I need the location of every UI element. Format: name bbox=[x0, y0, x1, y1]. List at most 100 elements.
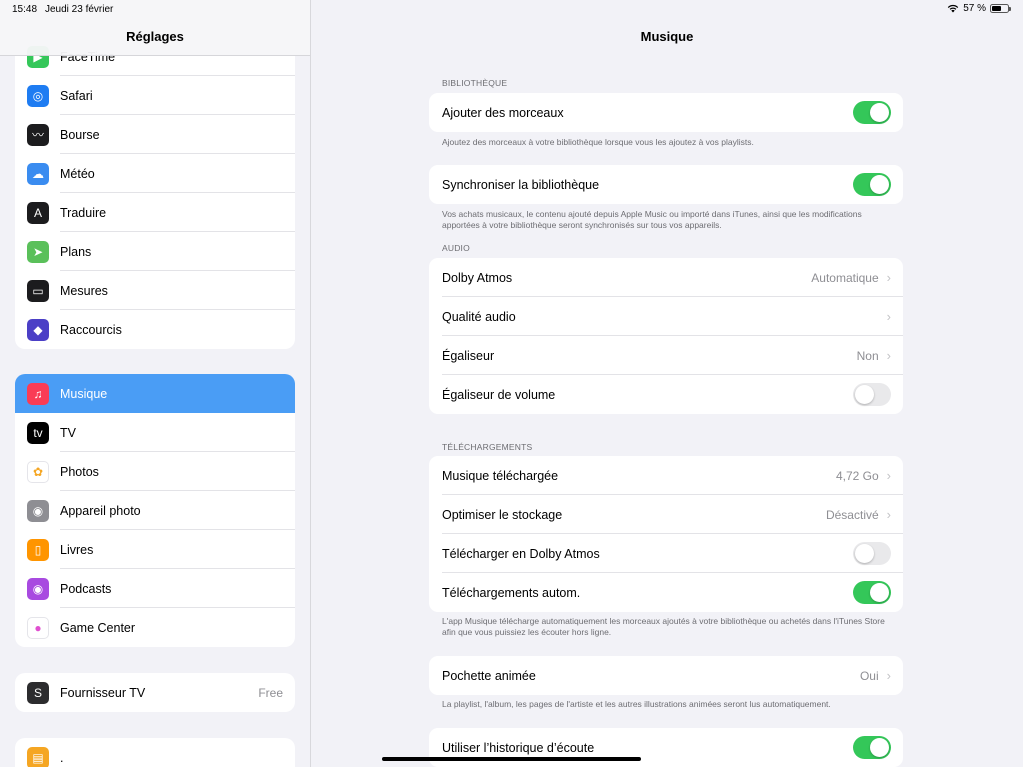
sidebar-item-label: Game Center bbox=[60, 620, 136, 635]
row-value: Désactivé bbox=[825, 507, 879, 522]
status-bar: 15:48 Jeudi 23 février 57 % bbox=[0, 0, 1023, 18]
sidebar-item-label: Livres bbox=[60, 542, 94, 557]
sidebar-item-value: Free bbox=[258, 685, 283, 700]
sidebar-item-label: Météo bbox=[60, 166, 95, 181]
row-label: Pochette animée bbox=[442, 668, 536, 683]
music-icon: ♫ bbox=[27, 382, 49, 405]
add-tracks-toggle[interactable] bbox=[853, 101, 891, 124]
row-value: Non bbox=[856, 348, 879, 363]
chevron-right-icon: › bbox=[886, 507, 891, 522]
app-icon: ▤ bbox=[27, 746, 49, 767]
card-history: Utiliser l’historique d’écoute bbox=[429, 728, 903, 767]
books-icon: ▯ bbox=[27, 538, 49, 561]
row-download-dolby: Télécharger en Dolby Atmos bbox=[429, 534, 903, 573]
sidebar-item-fournisseur-tv[interactable]: S Fournisseur TV Free bbox=[15, 673, 295, 712]
sidebar-group-provider: S Fournisseur TV Free bbox=[15, 673, 295, 712]
row-downloaded-music[interactable]: Musique téléchargée 4,72 Go › bbox=[429, 456, 903, 495]
sidebar-item-game-center[interactable]: ● Game Center bbox=[15, 608, 295, 647]
stocks-icon: 〰 bbox=[27, 123, 49, 146]
footer-animated-art: La playlist, l'album, les pages de l'art… bbox=[442, 699, 831, 709]
sidebar-item-musique[interactable]: ♫ Musique bbox=[15, 374, 295, 413]
sidebar-item-safari[interactable]: ◎ Safari bbox=[15, 76, 295, 115]
weather-icon: ☁ bbox=[27, 162, 49, 185]
sidebar-item-label: TV bbox=[60, 425, 76, 440]
row-label: Télécharger en Dolby Atmos bbox=[442, 546, 600, 561]
row-auto-downloads: Téléchargements autom. bbox=[429, 573, 903, 612]
row-label: Téléchargements autom. bbox=[442, 585, 581, 600]
chevron-right-icon: › bbox=[886, 348, 891, 363]
sidebar-item-label: Photos bbox=[60, 464, 99, 479]
sidebar-item-photos[interactable]: ✿ Photos bbox=[15, 452, 295, 491]
sidebar-item-label: Bourse bbox=[60, 127, 100, 142]
sidebar-item-traduire[interactable]: A Traduire bbox=[15, 193, 295, 232]
maps-icon: ➤ bbox=[27, 240, 49, 263]
row-value: Automatique bbox=[811, 270, 879, 285]
section-header-library: BIBLIOTHÈQUE bbox=[442, 78, 508, 88]
battery-level bbox=[992, 6, 1001, 11]
sidebar-item-label: Raccourcis bbox=[60, 322, 122, 337]
row-sync-library: Synchroniser la bibliothèque bbox=[429, 165, 903, 204]
home-indicator[interactable] bbox=[382, 757, 641, 761]
row-equalizer[interactable]: Égaliseur Non › bbox=[429, 336, 903, 375]
listening-history-toggle[interactable] bbox=[853, 736, 891, 759]
sidebar-item-raccourcis[interactable]: ◆ Raccourcis bbox=[15, 310, 295, 349]
sidebar-item-label: Traduire bbox=[60, 205, 107, 220]
wifi-icon bbox=[948, 4, 959, 13]
sidebar-item-label: Podcasts bbox=[60, 581, 112, 596]
sidebar-item-bourse[interactable]: 〰 Bourse bbox=[15, 115, 295, 154]
sidebar-item-mesures[interactable]: ▭ Mesures bbox=[15, 271, 295, 310]
download-dolby-toggle[interactable] bbox=[853, 542, 891, 565]
camera-icon: ◉ bbox=[27, 499, 49, 522]
sidebar-item-label: Fournisseur TV bbox=[60, 685, 146, 700]
chevron-right-icon: › bbox=[886, 468, 891, 483]
battery-percent: 57 % bbox=[963, 3, 986, 14]
sidebar-group-apps: ▶ FaceTime ◎ Safari 〰 Bourse ☁ Météo A Traduire ➤ P… bbox=[15, 37, 295, 349]
chevron-right-icon: › bbox=[886, 668, 891, 683]
status-indicators: 57 % bbox=[947, 3, 1011, 14]
podcasts-icon: ◉ bbox=[27, 577, 49, 600]
sidebar-item-label: Plans bbox=[60, 244, 92, 259]
row-label: Synchroniser la bibliothèque bbox=[442, 177, 600, 192]
sidebar-item--[interactable]: ▤. bbox=[15, 738, 295, 767]
row-animated-art[interactable]: Pochette animée Oui › bbox=[429, 656, 903, 695]
sidebar-group-more: ▤. bbox=[15, 738, 295, 767]
photos-icon: ✿ bbox=[27, 460, 49, 483]
row-optimize-storage[interactable]: Optimiser le stockage Désactivé › bbox=[429, 495, 903, 534]
row-label: Musique téléchargée bbox=[442, 468, 559, 483]
sidebar-title: Réglages bbox=[126, 29, 184, 44]
sync-library-toggle[interactable] bbox=[853, 173, 891, 196]
shortcuts-icon: ◆ bbox=[27, 318, 49, 341]
sidebar-item-livres[interactable]: ▯ Livres bbox=[15, 530, 295, 569]
card-animated-art: Pochette animée Oui › bbox=[429, 656, 903, 695]
row-listening-history: Utiliser l’historique d’écoute bbox=[429, 728, 903, 767]
row-audio-quality[interactable]: Qualité audio › bbox=[429, 297, 903, 336]
chevron-right-icon: › bbox=[886, 270, 891, 285]
auto-downloads-toggle[interactable] bbox=[853, 581, 891, 604]
sidebar-item-tv[interactable]: tv TV bbox=[15, 413, 295, 452]
sidebar-item-label: . bbox=[60, 750, 64, 765]
main-panel: Musique BIBLIOTHÈQUE Ajouter des morceau… bbox=[311, 0, 1023, 767]
volume-eq-toggle[interactable] bbox=[853, 383, 891, 406]
row-label: Ajouter des morceaux bbox=[442, 105, 564, 120]
status-time: 15:48 bbox=[12, 4, 38, 15]
card-add-tracks: Ajouter des morceaux bbox=[429, 93, 903, 132]
footer-downloads: L'app Musique télécharge automatiquement… bbox=[442, 616, 885, 637]
chevron-right-icon: › bbox=[886, 309, 891, 324]
sidebar-item-appareil-photo[interactable]: ◉ Appareil photo bbox=[15, 491, 295, 530]
sidebar-item-m-t-o[interactable]: ☁ Météo bbox=[15, 154, 295, 193]
tv-icon: tv bbox=[27, 421, 49, 444]
row-label: Dolby Atmos bbox=[442, 270, 513, 285]
section-header-audio: AUDIO bbox=[442, 243, 470, 253]
row-dolby-atmos[interactable]: Dolby Atmos Automatique › bbox=[429, 258, 903, 297]
sidebar-item-label: Appareil photo bbox=[60, 503, 141, 518]
sidebar-item-plans[interactable]: ➤ Plans bbox=[15, 232, 295, 271]
card-sync: Synchroniser la bibliothèque bbox=[429, 165, 903, 204]
sidebar-item-podcasts[interactable]: ◉ Podcasts bbox=[15, 569, 295, 608]
sidebar-item-label: Safari bbox=[60, 88, 93, 103]
row-label: Égaliseur bbox=[442, 348, 495, 363]
row-value: 4,72 Go bbox=[835, 468, 879, 483]
card-audio: Dolby Atmos Automatique › Qualité audio … bbox=[429, 258, 903, 414]
row-label: Optimiser le stockage bbox=[442, 507, 563, 522]
row-label: Utiliser l’historique d’écoute bbox=[442, 740, 595, 755]
translate-icon: A bbox=[27, 201, 49, 224]
